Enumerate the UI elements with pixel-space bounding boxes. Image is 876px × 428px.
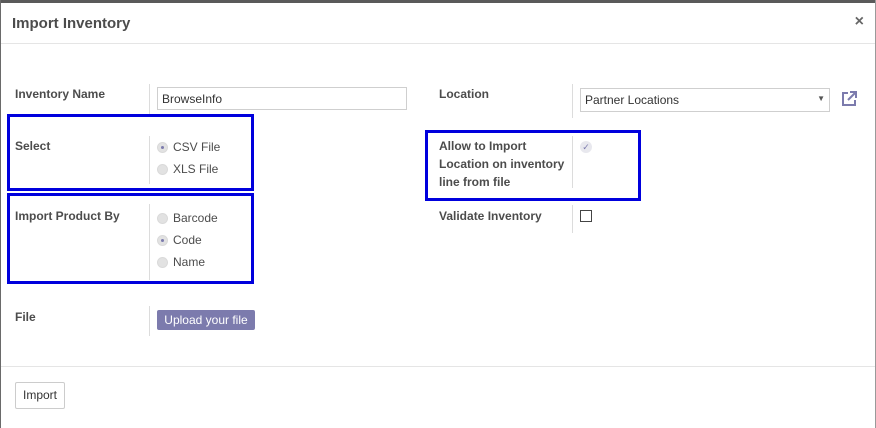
external-link-icon[interactable]	[840, 90, 858, 108]
location-select-value: Partner Locations	[585, 93, 680, 107]
location-label: Location	[439, 87, 489, 101]
window-left-border	[0, 0, 1, 428]
location-select[interactable]: Partner Locations ▼	[580, 88, 830, 112]
file-label: File	[15, 310, 36, 324]
import-button[interactable]: Import	[15, 382, 65, 409]
field-separator	[572, 84, 573, 118]
field-separator	[572, 205, 573, 233]
validate-inventory-label: Validate Inventory	[439, 209, 542, 223]
inventory-name-label: Inventory Name	[15, 87, 106, 101]
field-separator	[149, 306, 150, 336]
highlight-box-allow-import-location	[425, 130, 641, 201]
highlight-box-import-product-by	[7, 193, 254, 284]
dialog-title: Import Inventory	[12, 15, 131, 32]
inventory-name-input[interactable]	[157, 87, 407, 110]
validate-inventory-checkbox[interactable]	[580, 210, 592, 222]
highlight-box-select	[7, 114, 254, 191]
field-separator	[149, 84, 150, 114]
upload-file-button[interactable]: Upload your file	[157, 310, 255, 330]
dialog-header: Import Inventory ×	[1, 3, 875, 44]
close-icon[interactable]: ×	[855, 14, 864, 30]
dropdown-caret-icon: ▼	[817, 94, 825, 103]
footer-divider	[1, 366, 875, 367]
